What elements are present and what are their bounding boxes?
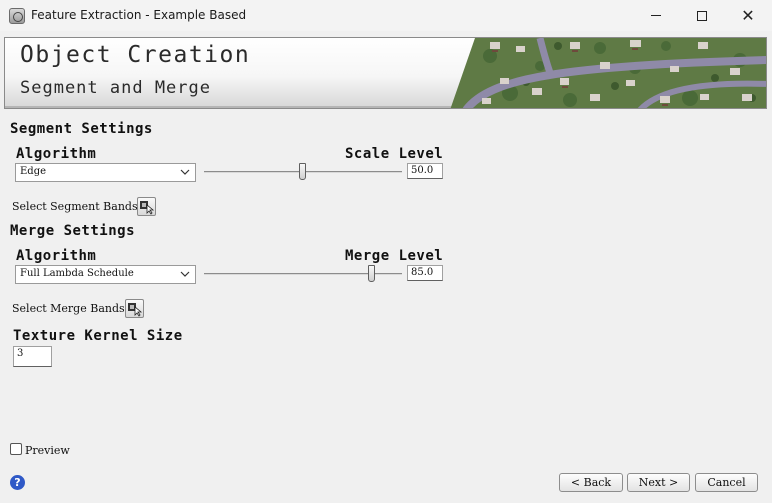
preview-label: Preview bbox=[25, 444, 70, 457]
chevron-down-icon bbox=[180, 271, 190, 277]
select-merge-bands-label: Select Merge Bands bbox=[12, 302, 125, 315]
segment-settings-heading: Segment Settings bbox=[10, 121, 153, 137]
chevron-down-icon bbox=[180, 169, 190, 175]
scale-level-label: Scale Level bbox=[345, 146, 444, 162]
help-icon[interactable]: ? bbox=[10, 475, 25, 490]
next-button[interactable]: Next > bbox=[627, 473, 690, 492]
preview-checkbox[interactable] bbox=[10, 443, 22, 455]
cancel-button[interactable]: Cancel bbox=[695, 473, 758, 492]
header-banner: Object Creation Segment and Merge bbox=[4, 37, 767, 109]
minimize-button[interactable] bbox=[633, 0, 679, 31]
back-button[interactable]: < Back bbox=[559, 473, 623, 492]
banner-title: Object Creation bbox=[20, 42, 251, 68]
minimize-icon bbox=[651, 15, 661, 16]
bands-picker-icon bbox=[140, 201, 155, 215]
segment-algorithm-label: Algorithm bbox=[16, 146, 97, 162]
close-button[interactable]: ✕ bbox=[725, 0, 771, 31]
maximize-icon bbox=[697, 10, 707, 21]
merge-algorithm-value: Full Lambda Schedule bbox=[20, 268, 134, 279]
banner-subtitle: Segment and Merge bbox=[20, 78, 211, 98]
bands-picker-icon bbox=[128, 303, 143, 317]
maximize-button[interactable] bbox=[679, 0, 725, 31]
texture-kernel-size-input[interactable]: 3 bbox=[13, 346, 52, 367]
select-segment-bands-label: Select Segment Bands bbox=[12, 200, 138, 213]
scale-level-slider-thumb[interactable] bbox=[299, 163, 306, 180]
aerial-image bbox=[450, 38, 766, 108]
select-merge-bands-button[interactable] bbox=[125, 299, 144, 318]
scale-level-input[interactable]: 50.0 bbox=[407, 163, 443, 179]
merge-algorithm-label: Algorithm bbox=[16, 248, 97, 264]
segment-algorithm-value: Edge bbox=[20, 166, 47, 177]
merge-algorithm-select[interactable]: Full Lambda Schedule bbox=[15, 265, 196, 284]
select-segment-bands-button[interactable] bbox=[137, 197, 156, 216]
merge-settings-heading: Merge Settings bbox=[10, 223, 136, 239]
merge-level-label: Merge Level bbox=[345, 248, 444, 264]
merge-level-input[interactable]: 85.0 bbox=[407, 265, 443, 281]
window-title: Feature Extraction - Example Based bbox=[31, 8, 247, 22]
segment-algorithm-select[interactable]: Edge bbox=[15, 163, 196, 182]
app-icon bbox=[9, 8, 25, 24]
merge-level-slider-thumb[interactable] bbox=[368, 265, 376, 282]
title-bar: Feature Extraction - Example Based ✕ bbox=[0, 0, 772, 31]
close-icon: ✕ bbox=[741, 5, 755, 25]
texture-kernel-size-label: Texture Kernel Size bbox=[13, 328, 183, 344]
